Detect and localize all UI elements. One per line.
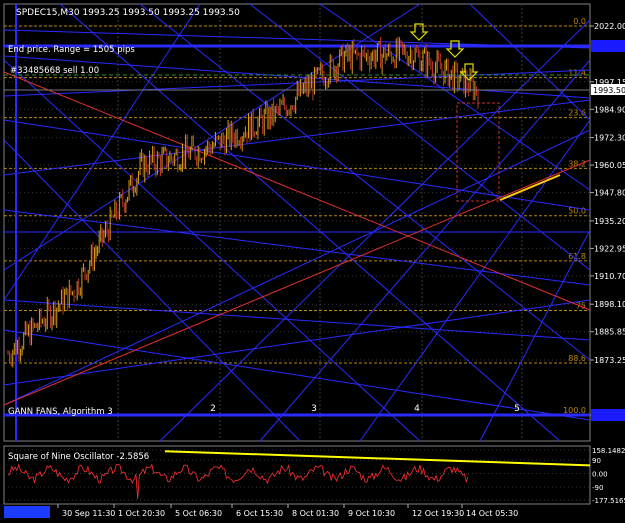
fan-line-5 (3, 299, 591, 341)
price-tick-label-8: 1910.70 (594, 272, 625, 281)
indicator-label: GANN FANS, Algorithm 3 (8, 407, 113, 417)
time-axis: 30 Sep 11:30 1 Oct 20:30 5 Oct 06:30 6 Oct … (57, 504, 518, 518)
time-tick-label-2: 5 Oct 06:30 (175, 509, 222, 518)
fan-line-11 (319, 3, 591, 191)
price-tick-label-2: 1984.90 (594, 105, 625, 114)
price-tick-label-0: 2022.00 (594, 22, 625, 31)
fan-line-8 (59, 3, 561, 442)
fan-line-23 (3, 3, 421, 271)
fib-label-0: 0.0 (573, 17, 586, 26)
price-tick-label-10: 1885.85 (594, 328, 625, 337)
wave-label-1: 3 (311, 404, 317, 414)
wave-label-2: 4 (414, 404, 420, 414)
end-price-label: End price. Range = 1505 pips (8, 45, 135, 55)
time-tick-label-1: 1 Oct 20:30 (118, 509, 165, 518)
time-tick-label-5: 9 Oct 10:30 (348, 509, 395, 518)
osc-tick-label-1: 90 (592, 457, 601, 465)
time-tick-label-4: 8 Oct 01:30 (292, 509, 339, 518)
fib-label-3: 38.2 (568, 159, 586, 168)
target-box (456, 102, 500, 202)
chart-canvas[interactable]: 0.011.423.638.250.061.87588.6100.0 2345 … (0, 0, 625, 520)
symbol-info: SPDEC15,M30 1993.25 1993.50 1993.25 1993… (16, 8, 240, 18)
price-candles (7, 36, 479, 368)
fan-red-line-1 (3, 159, 591, 406)
time-tick-label-3: 6 Oct 15:30 (236, 509, 283, 518)
price-tick-label-5: 1947.80 (594, 189, 625, 198)
osc-tick-label-0: 158.1482 (592, 447, 625, 455)
osc-tick-label-3: -90 (592, 484, 603, 492)
price-tick-label-6: 1935.20 (594, 217, 625, 226)
oscillator-label: Square of Nine Oscillator -2.5856 (8, 452, 149, 462)
fan-line-7 (3, 129, 591, 406)
fib-label-7: 88.6 (568, 354, 586, 363)
top-band-marker (591, 40, 625, 52)
wave-label-3: 5 (514, 404, 520, 414)
price-tick-label-11: 1873.25 (594, 356, 625, 365)
price-chart[interactable]: 0.011.423.638.250.061.87588.6100.0 2345 … (0, 0, 625, 520)
fan-line-21 (3, 209, 591, 286)
fan-red-line-0 (3, 71, 591, 311)
osc-trend-line (164, 450, 591, 467)
scroll-marker (4, 506, 50, 518)
order-label[interactable]: #33485668 sell 1.00 (10, 66, 99, 76)
price-tick-label-9: 1898.10 (594, 300, 625, 309)
price-tick-label-7: 1922.95 (594, 244, 625, 253)
time-tick-label-7: 14 Oct 05:30 (466, 509, 518, 518)
osc-line (7, 463, 469, 499)
fan-line-3 (3, 99, 591, 176)
price-tick-label-4: 1960.05 (594, 161, 625, 170)
osc-tick-label-2: 0.00 (592, 471, 608, 479)
projection-line (499, 174, 561, 201)
time-tick-label-6: 12 Oct 19:30 (412, 509, 464, 518)
fan-line-14 (159, 19, 591, 442)
wave-label-0: 2 (210, 404, 216, 414)
bottom-band-marker (591, 409, 625, 421)
current-price-label: 1993.50 (593, 86, 625, 95)
fan-line-6 (3, 299, 591, 386)
osc-tick-label-4: -177.5165 (592, 497, 625, 505)
price-tick-label-3: 1972.30 (594, 134, 625, 143)
price-axis: 2022.001997.151984.901972.301960.051947.… (590, 22, 625, 421)
time-tick-label-0: 30 Sep 11:30 (62, 509, 115, 518)
